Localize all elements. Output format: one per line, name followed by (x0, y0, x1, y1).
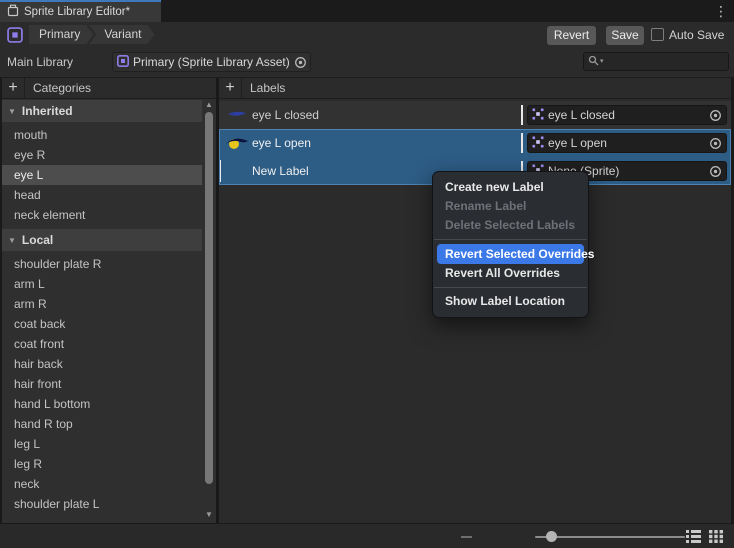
sprite-object-field[interactable]: eye L open (527, 133, 727, 153)
tab-strip: Sprite Library Editor* ⋮ (0, 0, 734, 22)
labels-title: Labels (250, 81, 285, 95)
category-item-coat-front[interactable]: coat front (2, 334, 202, 354)
object-picker-icon[interactable] (709, 165, 722, 178)
menu-item-revert-selected-overrides[interactable]: Revert Selected Overrides (437, 244, 584, 264)
add-label-button[interactable]: + (219, 78, 242, 99)
toolbar: Primary Variant Revert Save Auto Save (0, 22, 734, 47)
list-view-icon[interactable] (686, 530, 701, 543)
override-indicator (521, 105, 523, 125)
category-item-neck[interactable]: neck (2, 474, 202, 494)
group-name: Local (22, 233, 53, 247)
sprite-icon (532, 136, 544, 151)
menu-separator (434, 239, 587, 240)
sprite-thumbnail-eye-closed-icon (225, 109, 249, 121)
category-item-eye-l[interactable]: eye L (2, 165, 202, 185)
menu-item-show-label-location[interactable]: Show Label Location (433, 292, 588, 311)
sprite-object-field[interactable]: eye L closed (527, 105, 727, 125)
categories-panel: + Categories ▼ Inherited moutheye Reye Lhe… (2, 78, 216, 523)
save-button[interactable]: Save (606, 26, 644, 45)
category-item-leg-l[interactable]: leg L (2, 434, 202, 454)
category-item-shoulder-plate-l[interactable]: shoulder plate L (2, 494, 202, 514)
label-name: eye L closed (252, 108, 319, 122)
scroll-up-icon[interactable]: ▲ (203, 100, 215, 109)
search-filter-caret-icon[interactable]: ▾ (600, 57, 604, 67)
main-library-object-field[interactable]: Primary (Sprite Library Asset) (112, 52, 311, 72)
category-item-hand-l-bottom[interactable]: hand L bottom (2, 394, 202, 414)
tab-title: Sprite Library Editor* (24, 6, 130, 18)
label-row-eye-l-closed[interactable]: eye L closed eye L closed (219, 101, 731, 129)
sprite-library-tab-icon (7, 4, 19, 20)
sprite-field-value: eye L open (548, 136, 607, 150)
bottom-bar (0, 523, 734, 548)
override-indicator (219, 160, 221, 182)
sprite-thumbnail-eye-open-icon (225, 135, 249, 151)
category-item-shoulder-plate-r[interactable]: shoulder plate R (2, 254, 202, 274)
breadcrumb-variant[interactable]: Variant (89, 25, 154, 44)
menu-separator (434, 287, 587, 288)
menu-item-rename-label: Rename Label (433, 197, 588, 216)
categories-scrollbar[interactable]: ▲ ▼ (203, 100, 215, 521)
context-menu: Create new LabelRename LabelDelete Selec… (432, 171, 589, 318)
slider-thumb[interactable] (546, 531, 557, 542)
category-group-header-inherited[interactable]: ▼ Inherited (2, 100, 202, 122)
category-item-mouth[interactable]: mouth (2, 125, 202, 145)
label-name: New Label (252, 164, 309, 178)
thumbnail-size-slider[interactable] (535, 536, 685, 538)
category-item-neck-element[interactable]: neck element (2, 205, 202, 225)
search-input[interactable] (605, 55, 724, 69)
group-name: Inherited (22, 104, 73, 118)
foldout-open-icon: ▼ (8, 107, 16, 116)
category-item-eye-r[interactable]: eye R (2, 145, 202, 165)
tab-sprite-library-editor[interactable]: Sprite Library Editor* (0, 0, 161, 22)
label-row-eye-l-open[interactable]: eye L open eye L open (219, 129, 731, 157)
category-group-header-local[interactable]: ▼ Local (2, 229, 202, 251)
revert-button[interactable]: Revert (547, 26, 596, 45)
grid-view-icon[interactable] (709, 530, 723, 543)
scrollbar-thumb[interactable] (205, 112, 213, 484)
slider-left-dash (461, 536, 472, 538)
labels-header: + Labels (219, 78, 731, 99)
category-item-arm-r[interactable]: arm R (2, 294, 202, 314)
sprite-field-value: eye L closed (548, 108, 615, 122)
menu-item-delete-selected-labels: Delete Selected Labels (433, 216, 588, 235)
auto-save-checkbox[interactable] (651, 28, 664, 41)
object-picker-icon[interactable] (709, 137, 722, 150)
menu-item-create-new-label[interactable]: Create new Label (433, 178, 588, 197)
sprite-library-editor-window: Sprite Library Editor* ⋮ Primary Variant… (0, 0, 734, 548)
search-icon (588, 55, 599, 69)
sprite-icon (532, 108, 544, 123)
categories-header: + Categories (2, 78, 216, 99)
categories-list: ▼ Inherited moutheye Reye Lheadneck elemen… (2, 99, 202, 523)
breadcrumb-primary[interactable]: Primary (29, 25, 93, 44)
foldout-open-icon: ▼ (8, 236, 16, 245)
object-picker-icon[interactable] (709, 109, 722, 122)
category-item-hair-back[interactable]: hair back (2, 354, 202, 374)
sprite-library-asset-icon (7, 27, 23, 43)
sprite-library-asset-icon (117, 55, 129, 70)
breadcrumb: Primary Variant (7, 25, 150, 44)
category-item-hand-r-top[interactable]: hand R top (2, 414, 202, 434)
search-field[interactable]: ▾ (583, 52, 729, 71)
label-name: eye L open (252, 136, 311, 150)
categories-title: Categories (33, 81, 91, 95)
object-picker-icon[interactable] (294, 56, 307, 69)
main-library-field-value: Primary (Sprite Library Asset) (133, 55, 290, 69)
menu-item-revert-all-overrides[interactable]: Revert All Overrides (433, 264, 588, 283)
main-library-row: Main Library Primary (Sprite Library Ass… (0, 47, 734, 78)
override-indicator (521, 133, 523, 153)
main-library-label: Main Library (7, 55, 73, 69)
category-item-hair-front[interactable]: hair front (2, 374, 202, 394)
kebab-menu-icon[interactable]: ⋮ (714, 2, 728, 20)
category-item-leg-r[interactable]: leg R (2, 454, 202, 474)
category-item-arm-l[interactable]: arm L (2, 274, 202, 294)
category-item-coat-back[interactable]: coat back (2, 314, 202, 334)
category-item-head[interactable]: head (2, 185, 202, 205)
add-category-button[interactable]: + (2, 78, 25, 99)
auto-save-label: Auto Save (669, 28, 724, 42)
scroll-down-icon[interactable]: ▼ (203, 510, 215, 519)
